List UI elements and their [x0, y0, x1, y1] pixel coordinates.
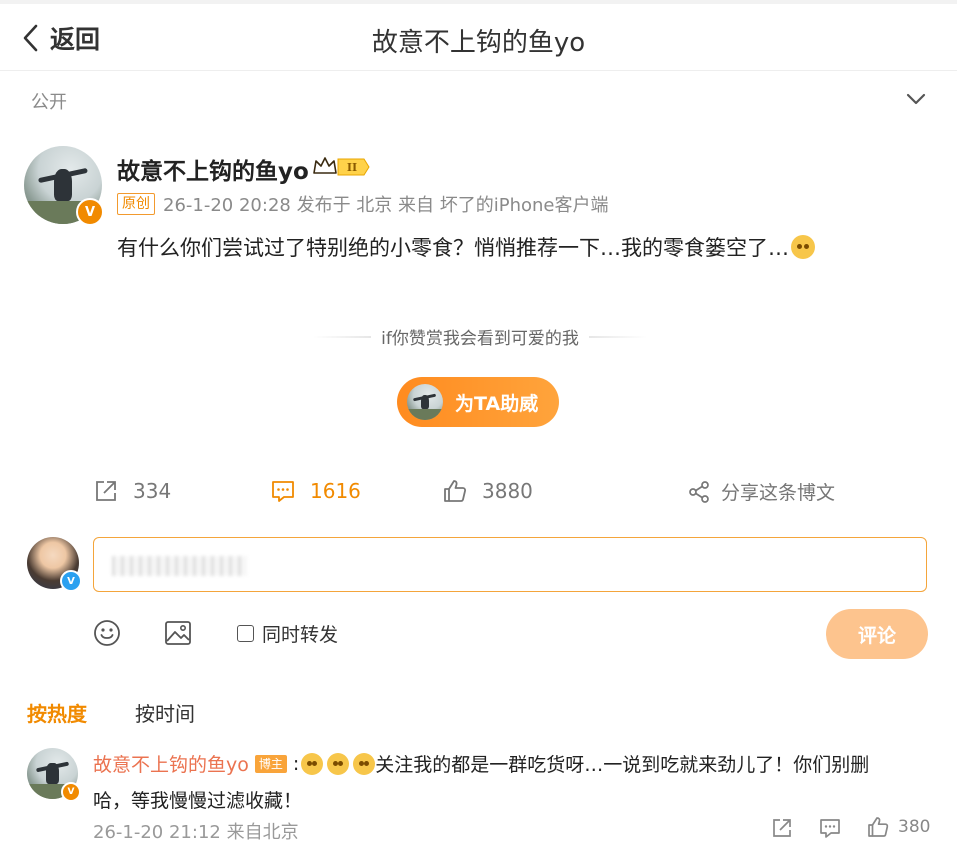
my-verified-badge: V [60, 570, 82, 592]
my-avatar[interactable]: V [27, 537, 82, 592]
emoji-icon[interactable] [93, 619, 121, 647]
author-avatar[interactable]: V [24, 146, 104, 226]
post-meta-text: 26-1-20 20:28 发布于 北京 来自 坏了的iPhone客户端 [163, 195, 609, 216]
repost-checkbox-label: 同时转发 [262, 624, 339, 646]
host-tag: 博主 [254, 754, 287, 773]
reward-button[interactable]: 为TA助威 [397, 377, 559, 427]
share-icon [689, 480, 709, 503]
post-text: 有什么你们尝试过了特别绝的小零食？悄悄推荐一下…我的零食篓空了… [117, 236, 789, 260]
crown-level-text: II [347, 161, 357, 174]
image-icon[interactable] [164, 619, 192, 647]
thumbs-up-icon [444, 480, 467, 502]
divider-right [588, 335, 647, 338]
verified-badge: V [76, 198, 104, 226]
comment-avatar[interactable]: V [27, 748, 81, 802]
visibility-label: 公开 [31, 92, 67, 113]
like-button[interactable]: 3880 [442, 478, 533, 504]
divider-left [313, 335, 372, 338]
crown-level-icon: II [313, 157, 370, 176]
comment-icon [272, 481, 294, 502]
comment-repost-button[interactable] [770, 816, 794, 840]
repost-checkbox[interactable]: 同时转发 [237, 620, 338, 647]
blurred-input-text [112, 556, 247, 576]
comment-text-line2: 哈，等我慢慢过滤收藏！ [93, 790, 303, 812]
post-body: 有什么你们尝试过了特别绝的小零食？悄悄推荐一下…我的零食篓空了… [117, 232, 815, 262]
top-bar: 返回 故意不上钩的鱼yo [0, 4, 957, 71]
like-count: 3880 [482, 479, 533, 503]
thumbs-up-icon [868, 817, 889, 837]
comment-reply-button[interactable] [818, 816, 842, 840]
reward-button-label: 为TA助威 [455, 392, 539, 415]
reward-prompt: if你赞赏我会看到可爱的我 [300, 324, 660, 349]
comment-meta: 26-1-20 21:12 来自北京 [93, 822, 299, 843]
comment-text-line1: 关注我的都是一群吃货呀…一说到吃就来劲儿了！你们别删 [375, 754, 870, 776]
repost-button[interactable]: 334 [93, 478, 171, 504]
share-button[interactable]: 分享这条博文 [687, 478, 835, 505]
sort-by-time-tab[interactable]: 按时间 [135, 698, 195, 727]
post-meta: 原创 26-1-20 20:28 发布于 北京 来自 坏了的iPhone客户端 [117, 191, 609, 217]
chevron-down-icon[interactable] [905, 88, 927, 110]
comment-icon [820, 819, 840, 838]
visibility-row[interactable]: 公开 [0, 72, 957, 124]
comment-like-button[interactable]: 380 [866, 815, 930, 839]
crying-emoji-icon [353, 752, 376, 775]
post-actions: 334 1616 3880 分享这条博文 [0, 470, 957, 512]
share-label: 分享这条博文 [721, 482, 836, 504]
comment-first-line: 故意不上钩的鱼yo 博主 : 关注我的都是一群吃货呀…一说到吃就来劲儿了！你们别… [93, 750, 869, 777]
crying-emoji-icon [301, 752, 324, 775]
comment-author[interactable]: 故意不上钩的鱼yo [93, 750, 249, 777]
comment-like-count: 380 [898, 817, 931, 837]
comment-separator: : [292, 752, 300, 775]
comment-count: 1616 [310, 479, 361, 503]
reward-avatar [407, 384, 443, 420]
repost-icon [773, 819, 791, 837]
reward-prompt-text: if你赞赏我会看到可爱的我 [381, 329, 579, 349]
sort-by-hot-tab[interactable]: 按热度 [27, 698, 87, 727]
author-name[interactable]: 故意不上钩的鱼yo [117, 152, 309, 186]
page-title: 故意不上钩的鱼yo [371, 28, 586, 58]
comment-verified-badge: V [61, 782, 81, 802]
crying-emoji-icon [791, 235, 815, 259]
original-tag: 原创 [117, 193, 155, 215]
repost-count: 334 [133, 479, 172, 503]
crying-emoji-icon [327, 752, 350, 775]
submit-comment-button[interactable]: 评论 [826, 609, 928, 659]
checkbox-box[interactable] [237, 625, 254, 642]
comment-button[interactable]: 1616 [270, 478, 361, 504]
repost-icon [96, 481, 116, 501]
